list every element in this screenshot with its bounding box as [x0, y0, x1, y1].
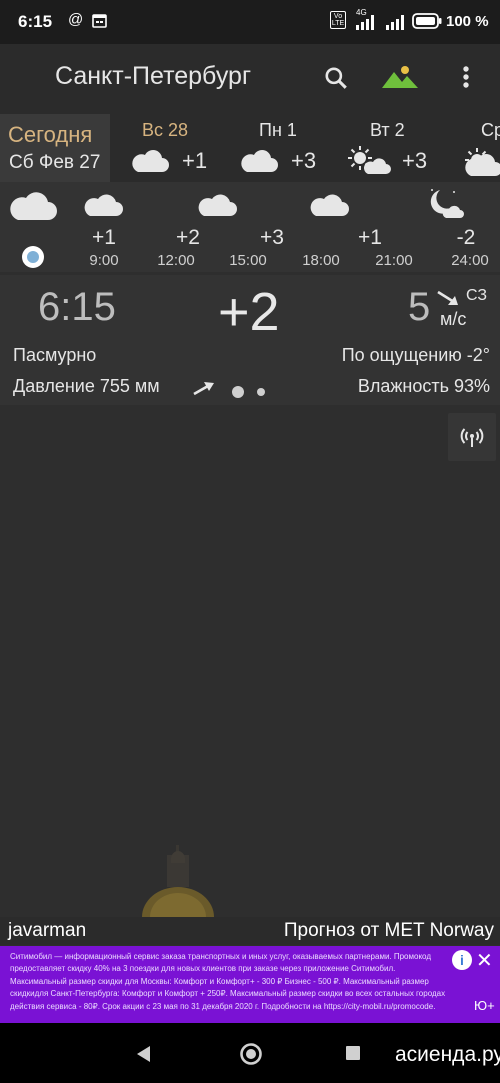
- feels-like-text: По ощущению -2°: [341, 345, 490, 365]
- current-conditions: 6:15 +2 5 СЗ м/с Пасмурно По ощущению -2…: [0, 275, 500, 405]
- cloud-icon: [130, 148, 170, 179]
- photo-credit[interactable]: javarman: [8, 920, 86, 942]
- hourly-forecast[interactable]: +1 9:00 +2 12:00 +3 15:00 +1 18:00 +1 21…: [0, 182, 500, 272]
- recents-icon[interactable]: [346, 1046, 360, 1060]
- volte-icon: Vo LTE: [330, 11, 346, 29]
- day-label: Вт 2: [370, 120, 405, 140]
- back-icon[interactable]: [136, 1045, 152, 1068]
- current-time: 6:15: [38, 285, 116, 329]
- background-photo: [140, 845, 220, 917]
- tab-day[interactable]: Вс 28 +1: [112, 114, 224, 182]
- day-label: Пн 1: [259, 120, 297, 140]
- pressure-text: Давление 755 мм: [13, 376, 160, 396]
- cloud-icon: [8, 190, 60, 227]
- tab-day[interactable]: Пн 1 +3: [225, 114, 337, 182]
- wind-unit: м/с: [440, 309, 467, 329]
- day-temp: +3: [402, 148, 428, 173]
- hour-time: 21:00: [375, 252, 413, 269]
- current-time-marker: [22, 246, 44, 268]
- hour-temp: +3: [260, 226, 284, 249]
- day-tabs: Сегодня Сб Фев 27 Вс 28 +1 Пн 1 +3 Вт 2 …: [0, 114, 500, 182]
- today-label: Сегодня: [8, 122, 93, 147]
- cloud-icon: [308, 192, 350, 223]
- hour-time: 9:00: [89, 252, 119, 269]
- ad-info-icon[interactable]: i: [452, 950, 472, 970]
- battery-icon: [412, 13, 442, 34]
- status-time: 6:15: [18, 12, 53, 31]
- more-vert-icon[interactable]: [456, 64, 476, 94]
- wind-direction: СЗ: [466, 287, 488, 304]
- radar-button[interactable]: [448, 413, 496, 461]
- pressure-trend-icon: [192, 379, 216, 402]
- calendar-icon: [92, 14, 107, 33]
- condition-text: Пасмурно: [13, 345, 97, 365]
- current-temp: +2: [218, 282, 280, 342]
- credits-bar: javarman Прогноз от MET Norway: [0, 917, 500, 945]
- ad-text: Ситимобил — информационный сервис заказа…: [10, 952, 446, 1011]
- forecast-credit[interactable]: Прогноз от MET Norway: [284, 920, 494, 942]
- city-title[interactable]: Санкт-Петербург: [55, 62, 251, 91]
- sun-cloud-icon: [463, 146, 500, 182]
- status-bar: 6:15 @ Vo LTE 4G 100 %: [0, 0, 500, 44]
- day-label: Вс 28: [142, 120, 189, 140]
- day-label: Ср: [481, 120, 500, 140]
- signal-2-icon: [386, 14, 408, 35]
- navigation-bar: асиенда.ру: [0, 1023, 500, 1083]
- sun-cloud-icon: [346, 144, 394, 181]
- humidity-text: Влажность 93%: [357, 376, 490, 396]
- at-sign-icon: @: [68, 11, 84, 28]
- battery-percent: 100 %: [446, 13, 489, 30]
- watermark: асиенда.ру: [395, 1043, 500, 1066]
- hour-temp: -2: [456, 226, 476, 249]
- ad-banner[interactable]: Ситимобил — информационный сервис заказа…: [0, 946, 500, 1023]
- wind-speed: 5: [408, 285, 431, 329]
- landscape-icon[interactable]: [380, 62, 420, 92]
- cloud-icon: [239, 148, 279, 179]
- signal-icon: [356, 14, 378, 35]
- tab-today[interactable]: Сегодня Сб Фев 27: [0, 114, 110, 182]
- hour-temp: +2: [176, 226, 200, 249]
- hour-time: 18:00: [302, 252, 340, 269]
- tab-day[interactable]: Ср: [451, 114, 500, 182]
- hour-time: 24:00: [451, 252, 489, 269]
- tab-day[interactable]: Вт 2 +3: [338, 114, 450, 182]
- app-bar: Санкт-Петербург: [0, 44, 500, 114]
- page-indicator-dot: [257, 388, 265, 396]
- cloud-icon: [82, 192, 124, 223]
- page-indicator-dot-active: [232, 386, 244, 398]
- ad-brand-logo: Ю+: [474, 998, 495, 1013]
- radar-icon: [460, 425, 484, 454]
- day-temp: +3: [291, 148, 317, 173]
- today-date: Сб Фев 27: [9, 152, 101, 173]
- hour-temp: +1: [358, 226, 382, 249]
- day-temp: +1: [182, 148, 208, 173]
- hour-time: 15:00: [229, 252, 267, 269]
- hour-temp: +1: [92, 226, 116, 249]
- cloud-icon: [196, 192, 238, 223]
- search-icon[interactable]: [323, 65, 351, 93]
- ad-close-icon[interactable]: ✕: [476, 948, 493, 973]
- hour-time: 12:00: [157, 252, 195, 269]
- home-icon[interactable]: [239, 1042, 263, 1071]
- moon-cloud-icon: [424, 186, 466, 225]
